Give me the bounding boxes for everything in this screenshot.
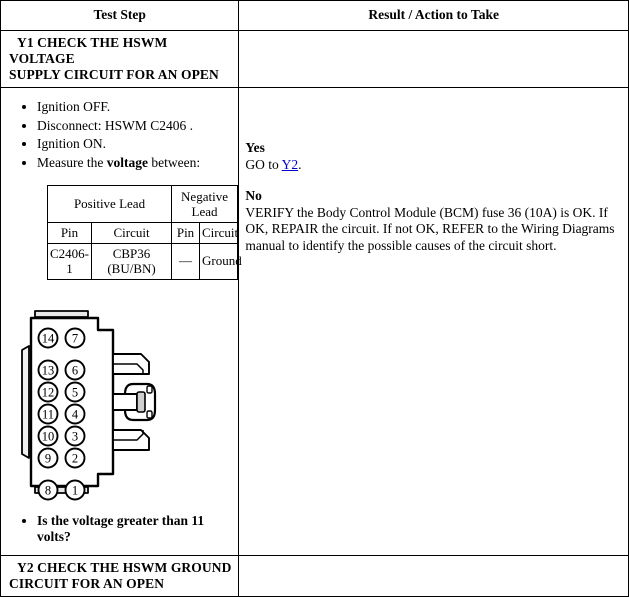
result-yes-block: Yes GO to Y2. [245, 140, 620, 173]
pin-label: 14 [42, 331, 55, 345]
step-y1-question: Is the voltage greater than 11 volts? [37, 513, 232, 545]
lead-col-negative-pin: Pin [171, 222, 201, 244]
list-item-measure: Measure the voltage between: [37, 154, 232, 172]
lead-table-row: C2406-1 CBP36 (BU/BN) — Ground [47, 242, 242, 280]
measure-bold-voltage: voltage [106, 154, 148, 170]
connector-top-tab [34, 309, 89, 318]
step-y1-procedure-cell: Ignition OFF. Disconnect: HSWM C2406 . I… [0, 87, 242, 556]
list-item: Ignition ON. [37, 135, 232, 153]
list-item: Disconnect: HSWM C2406 . [37, 117, 232, 135]
lead-col-negative-circuit: Circuit [199, 222, 238, 244]
step-y1-title-result-blank [238, 30, 629, 88]
result-yes-label: Yes [245, 140, 265, 155]
column-header-test-step: Test Step [0, 0, 240, 31]
pin-label: 7 [72, 331, 78, 345]
result-spacer [245, 173, 620, 188]
result-no-label: No [245, 188, 262, 203]
lead-col-positive-pin: Pin [47, 222, 92, 244]
connector-lock-notch-top [146, 384, 153, 394]
lead-col-positive-circuit: Circuit [90, 222, 173, 244]
step-y1-question-list: Is the voltage greater than 11 volts? [7, 513, 232, 545]
lead-table-group-header-row: Positive Lead Negative Lead [46, 185, 239, 223]
step-y2-title: Y2 CHECK THE HSWM GROUND CIRCUIT FOR AN … [0, 554, 240, 597]
connector-illustration-wrapper: 14 7 13 6 12 5 11 4 10 3 9 2 8 1 [7, 302, 232, 507]
pin-label: 10 [42, 429, 55, 443]
measure-suffix: between: [147, 154, 201, 170]
pin-label: 2 [72, 451, 78, 465]
lead-group-negative: Negative Lead [171, 185, 239, 223]
result-yes-prefix: GO to [245, 156, 282, 172]
lead-table-subheader-row: Pin Circuit Pin Circuit [47, 222, 238, 244]
list-item: Ignition OFF. [37, 98, 232, 116]
result-yes-text: GO to Y2. [245, 157, 620, 174]
pinpoint-test-table: Test Step Result / Action to Take Y1 CHE… [0, 0, 629, 597]
pin-label: 3 [72, 429, 78, 443]
positive-circuit-line2: (BU/BN) [107, 261, 156, 276]
column-header-result-action: Result / Action to Take [238, 0, 629, 31]
pinpoint-test-page: Test Step Result / Action to Take Y1 CHE… [0, 0, 629, 597]
pin-label: 8 [45, 483, 51, 497]
lead-table-wrapper: Positive Lead Negative Lead Pin Circuit … [7, 185, 242, 280]
step-y2-title-row: Y2 CHECK THE HSWM GROUND CIRCUIT FOR AN … [0, 554, 629, 597]
table-header-row: Test Step Result / Action to Take [0, 0, 629, 31]
connector-center-bar [112, 392, 138, 411]
step-y2-title-line2: CIRCUIT FOR AN OPEN [9, 575, 165, 591]
positive-circuit-line1: CBP36 [112, 245, 151, 261]
step-y1-title-row: Y1 CHECK THE HSWM VOLTAGE SUPPLY CIRCUIT… [0, 30, 629, 88]
pin-label: 12 [42, 385, 55, 399]
step-y1-bullet-list: Ignition OFF. Disconnect: HSWM C2406 . I… [7, 98, 232, 171]
link-y2[interactable]: Y2 [282, 157, 299, 172]
cell-negative-pin: — [171, 242, 201, 280]
hswm-c2406-connector-icon: 14 7 13 6 12 5 11 4 10 3 9 2 8 1 [21, 309, 157, 500]
step-y1-body-row: Ignition OFF. Disconnect: HSWM C2406 . I… [0, 87, 629, 556]
connector-lock-notch-bottom [146, 409, 153, 419]
connector-lock-slot [136, 390, 146, 413]
lead-table: Positive Lead Negative Lead Pin Circuit … [46, 185, 242, 280]
connector-left-rail [21, 344, 30, 459]
result-no-block: No VERIFY the Body Control Module (BCM) … [245, 188, 620, 254]
cell-positive-circuit: CBP36 (BU/BN) [90, 242, 173, 280]
result-yes-suffix: . [298, 156, 302, 172]
result-no-text: VERIFY the Body Control Module (BCM) fus… [245, 204, 615, 253]
step-y1-result-cell: Yes GO to Y2. No VERIFY the Body Control… [238, 87, 629, 556]
pin-label: 5 [72, 385, 78, 399]
cell-negative-circuit: Ground [199, 242, 242, 280]
pin-label: 6 [72, 363, 78, 377]
step-y1-title-line2: SUPPLY CIRCUIT FOR AN OPEN [9, 67, 219, 82]
pin-label: 4 [72, 407, 79, 421]
pin-label: 11 [42, 407, 54, 421]
pin-label: 1 [72, 483, 78, 497]
pin-label: 13 [42, 363, 55, 377]
pin-label: 9 [45, 451, 51, 465]
step-y1-title: Y1 CHECK THE HSWM VOLTAGE SUPPLY CIRCUIT… [0, 30, 240, 88]
measure-prefix: Measure the [37, 154, 107, 170]
step-y1-title-line1: Y1 CHECK THE HSWM VOLTAGE [9, 35, 168, 66]
step-y2-result-blank [238, 554, 629, 597]
cell-positive-pin: C2406-1 [47, 242, 92, 280]
lead-group-positive: Positive Lead [46, 185, 173, 223]
